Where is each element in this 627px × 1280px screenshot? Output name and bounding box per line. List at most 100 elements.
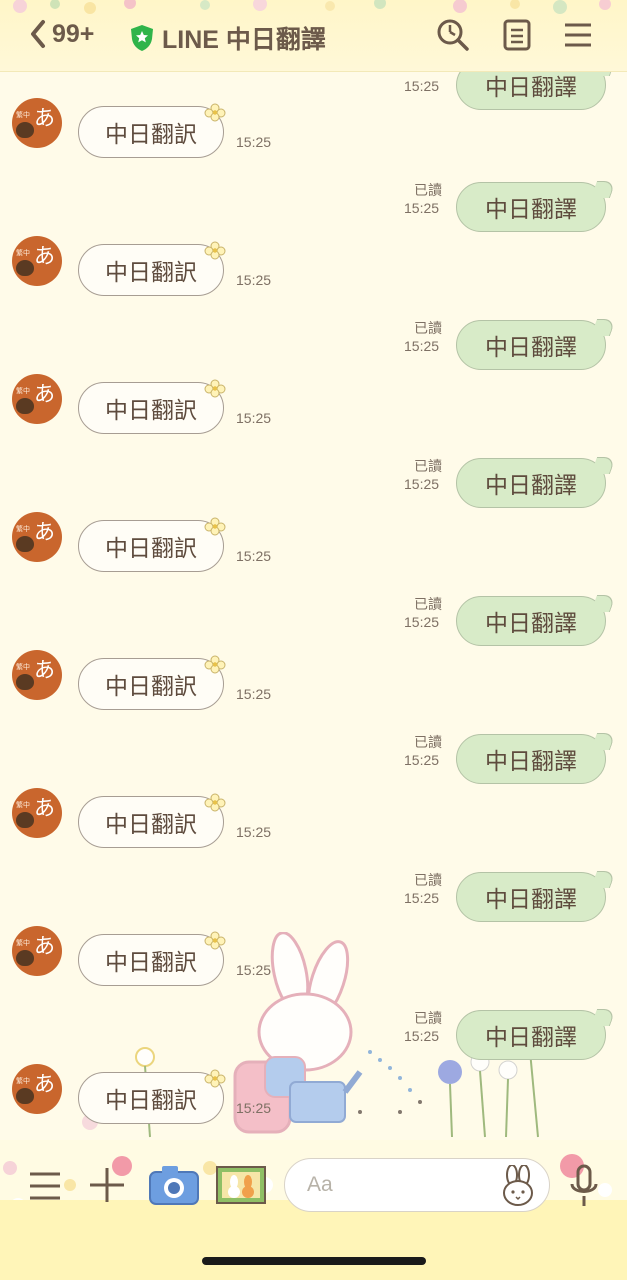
avatar[interactable]: 繁中あ <box>12 98 62 148</box>
outgoing-message-bubble[interactable]: 中日翻譯 <box>456 458 606 508</box>
outgoing-message-bubble[interactable]: 中日翻譯 <box>456 320 606 370</box>
outgoing-message-bubble[interactable]: 中日翻譯 <box>456 872 606 922</box>
microphone-icon[interactable] <box>568 1164 600 1208</box>
message-text: 中日翻譯 <box>485 611 577 637</box>
message-time: 15:25 <box>236 272 272 288</box>
message-time: 15:25 <box>236 548 272 564</box>
flower-icon <box>204 655 226 674</box>
avatar-kana: あ <box>34 382 55 406</box>
photo-icon[interactable] <box>216 1166 266 1204</box>
flower-icon <box>204 931 226 950</box>
plus-icon[interactable] <box>88 1166 126 1204</box>
message-text: 中日翻訳 <box>105 1088 197 1114</box>
home-indicator[interactable] <box>202 1257 426 1265</box>
avatar-kana: あ <box>34 934 55 958</box>
avatar-tag: 繁中 <box>16 1077 30 1085</box>
message-time: 15:25 <box>404 890 440 906</box>
chat-header: 99+ LINE 中日翻譯 <box>0 0 627 72</box>
message-input-placeholder: Aa <box>307 1173 333 1196</box>
message-time: 15:25 <box>404 614 440 630</box>
avatar[interactable]: 繁中あ <box>12 1064 62 1114</box>
message-row-incoming: 繁中あ中日翻訳 15:25 <box>0 374 627 434</box>
incoming-message-bubble[interactable]: 中日翻訳 <box>78 244 224 296</box>
search-icon[interactable] <box>436 18 470 52</box>
message-text: 中日翻訳 <box>105 812 197 838</box>
message-row-outgoing: 已讀 15:25 中日翻譯 <box>0 176 627 236</box>
read-receipt: 已讀 <box>414 459 442 475</box>
flower-icon <box>204 103 226 122</box>
outgoing-message-bubble[interactable]: 中日翻譯 <box>456 1010 606 1060</box>
message-row-incoming: 繁中あ中日翻訳 15:25 <box>0 926 627 986</box>
message-text: 中日翻譯 <box>485 473 577 499</box>
bear-icon <box>16 1088 34 1104</box>
avatar-kana: あ <box>34 658 55 682</box>
message-time: 15:25 <box>404 78 440 94</box>
unread-count: 99+ <box>52 19 95 48</box>
incoming-message-bubble[interactable]: 中日翻訳 <box>78 658 224 710</box>
flower-icon <box>204 517 226 536</box>
outgoing-message-bubble[interactable]: 中日翻譯 <box>456 182 606 232</box>
avatar[interactable]: 繁中あ <box>12 512 62 562</box>
message-row-incoming: 繁中あ中日翻訳 15:25 <box>0 512 627 572</box>
avatar[interactable]: 繁中あ <box>12 926 62 976</box>
message-text: 中日翻訳 <box>105 536 197 562</box>
flower-icon <box>204 1069 226 1088</box>
outgoing-message-bubble[interactable]: 中日翻譯 <box>456 596 606 646</box>
emoji-bunny-icon[interactable] <box>501 1165 535 1207</box>
incoming-message-bubble[interactable]: 中日翻訳 <box>78 382 224 434</box>
message-row-outgoing: 已讀 15:25 中日翻譯 <box>0 314 627 374</box>
camera-icon[interactable] <box>148 1164 200 1206</box>
bear-icon <box>16 122 34 138</box>
outgoing-message-bubble[interactable]: 中日翻譯 <box>456 734 606 784</box>
message-row-incoming: 繁中あ中日翻訳 15:25 <box>0 788 627 848</box>
back-button[interactable]: 99+ <box>28 18 94 50</box>
message-text: 中日翻訳 <box>105 950 197 976</box>
chat-title[interactable]: LINE 中日翻譯 <box>130 20 326 56</box>
bear-icon <box>16 536 34 552</box>
avatar-kana: あ <box>34 244 55 268</box>
avatar[interactable]: 繁中あ <box>12 236 62 286</box>
incoming-message-bubble[interactable]: 中日翻訳 <box>78 106 224 158</box>
avatar-kana: あ <box>34 520 55 544</box>
message-row-incoming: 繁中あ 中日翻訳 15:25 <box>0 236 627 296</box>
notes-icon[interactable] <box>502 18 532 52</box>
message-row-incoming: 繁中あ中日翻訳 15:25 <box>0 98 627 158</box>
incoming-message-bubble[interactable]: 中日翻訳 <box>78 934 224 986</box>
flower-icon <box>204 379 226 398</box>
incoming-message-bubble[interactable]: 中日翻訳 <box>78 1072 224 1124</box>
menu-icon[interactable] <box>562 18 594 52</box>
avatar-tag: 繁中 <box>16 801 30 809</box>
message-input[interactable]: Aa <box>284 1158 550 1212</box>
read-receipt: 已讀 <box>414 321 442 337</box>
bear-icon <box>16 674 34 690</box>
back-chevron-icon <box>31 20 45 48</box>
avatar-tag: 繁中 <box>16 939 30 947</box>
flower-icon <box>204 241 226 260</box>
footer-band <box>0 1200 627 1280</box>
message-text: 中日翻訳 <box>105 398 197 424</box>
avatar-tag: 繁中 <box>16 663 30 671</box>
read-receipt: 已讀 <box>414 735 442 751</box>
read-receipt: 已讀 <box>414 1011 442 1027</box>
avatar[interactable]: 繁中あ <box>12 788 62 838</box>
read-receipt: 已讀 <box>414 183 442 199</box>
avatar-tag: 繁中 <box>16 525 30 533</box>
avatar-kana: あ <box>34 796 55 820</box>
message-time: 15:25 <box>236 134 272 150</box>
incoming-message-bubble[interactable]: 中日翻訳 <box>78 520 224 572</box>
message-row-incoming: 繁中あ中日翻訳 15:25 <box>0 1064 627 1124</box>
message-text: 中日翻訳 <box>105 260 197 286</box>
avatar-kana: あ <box>34 106 55 130</box>
chat-title-text: LINE 中日翻譯 <box>162 26 326 54</box>
incoming-message-bubble[interactable]: 中日翻訳 <box>78 796 224 848</box>
list-icon[interactable] <box>28 1170 62 1202</box>
message-row-incoming: 繁中あ中日翻訳 15:25 <box>0 650 627 710</box>
message-time: 15:25 <box>236 686 272 702</box>
chat-messages[interactable]: 15:25 中日翻譯 繁中あ中日翻訳 15:25 已讀 15:25 中日翻譯 繁中あ中日翻訳 1… <box>0 72 627 1140</box>
bear-icon <box>16 950 34 966</box>
avatar[interactable]: 繁中あ <box>12 374 62 424</box>
message-time: 15:25 <box>236 824 272 840</box>
message-row-outgoing: 已讀 15:25 中日翻譯 <box>0 590 627 650</box>
avatar[interactable]: 繁中あ <box>12 650 62 700</box>
message-time: 15:25 <box>236 962 272 978</box>
